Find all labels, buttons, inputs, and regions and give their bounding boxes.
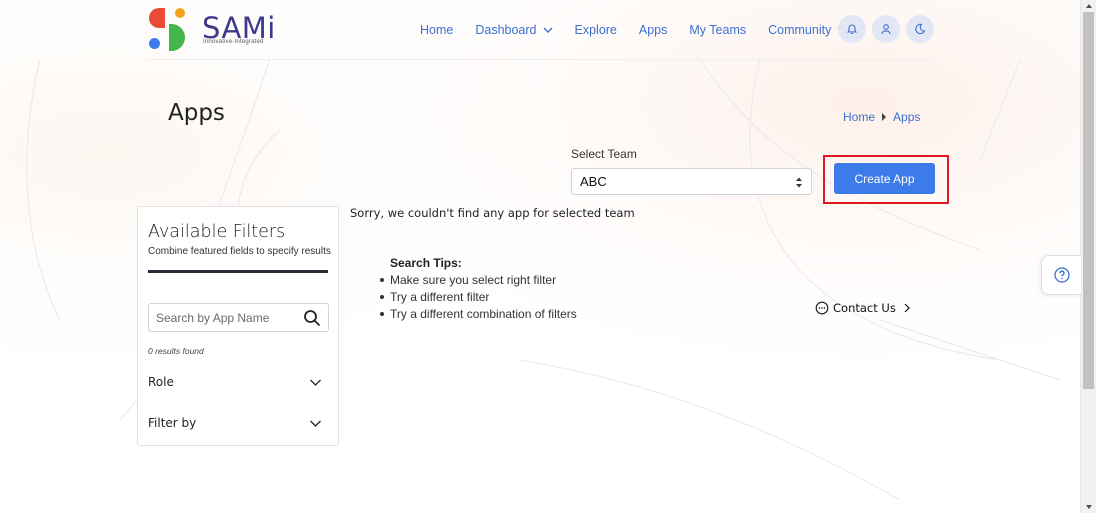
header-divider (145, 59, 935, 60)
empty-state-message: Sorry, we couldn't find any app for sele… (350, 206, 635, 220)
filters-divider (148, 270, 328, 273)
page: SAMi Innovative-Integrated Home Dashboar… (0, 0, 1081, 513)
logo-mark-orange (175, 8, 185, 18)
logo-mark-red (149, 8, 165, 28)
filters-subtitle: Combine featured fields to specify resul… (148, 246, 331, 257)
user-icon (881, 24, 891, 35)
breadcrumb-home[interactable]: Home (843, 110, 875, 124)
help-button[interactable] (1041, 255, 1081, 295)
nav-community[interactable]: Community (768, 23, 847, 37)
chevron-right-icon (904, 303, 910, 313)
breadcrumb-current: Apps (893, 110, 921, 124)
app-search-box (148, 303, 329, 332)
main-nav: Home Dashboard Explore Apps My Teams Com… (420, 20, 869, 40)
chat-bubble-icon (815, 301, 829, 315)
chevron-down-icon (310, 379, 321, 386)
search-icon[interactable] (303, 309, 321, 327)
nav-community-label: Community (768, 23, 832, 37)
nav-apps[interactable]: Apps (639, 23, 668, 37)
vertical-scrollbar[interactable] (1080, 0, 1096, 513)
nav-explore-label: Explore (574, 23, 617, 37)
nav-apps-label: Apps (638, 23, 668, 37)
breadcrumb: Home Apps (843, 110, 920, 124)
nav-dashboard[interactable]: Dashboard (475, 23, 552, 37)
results-count: 0 results found (148, 346, 204, 356)
search-tip: Make sure you select right filter (378, 273, 577, 290)
notifications-button[interactable] (838, 15, 866, 43)
moon-icon (915, 23, 926, 35)
logo-mark-green (169, 24, 185, 51)
bell-icon (846, 24, 858, 35)
chevron-down-icon (310, 420, 321, 427)
nav-my-teams-label: My Teams (689, 23, 747, 37)
caret-right-icon (882, 113, 887, 121)
select-team-label: Select Team (571, 147, 637, 161)
search-tips-list: Make sure you select right filter Try a … (378, 273, 577, 324)
create-app-button[interactable]: Create App (834, 163, 935, 194)
logo-tagline: Innovative-Integrated (203, 39, 264, 45)
team-select-value: ABC (580, 174, 607, 189)
theme-toggle-button[interactable] (906, 15, 934, 43)
nav-home-label: Home (420, 23, 454, 37)
search-tips-title: Search Tips: (390, 256, 462, 270)
nav-home[interactable]: Home (420, 23, 453, 37)
nav-explore[interactable]: Explore (575, 23, 617, 37)
filter-role-toggle[interactable]: Role (148, 372, 322, 392)
page-title: Apps (168, 100, 225, 126)
team-select[interactable]: ABC (571, 168, 812, 195)
nav-dashboard-label: Dashboard (475, 23, 537, 37)
chevron-down-icon (543, 27, 552, 33)
select-arrows-icon (796, 177, 802, 188)
header-actions (838, 15, 940, 43)
nav-my-teams[interactable]: My Teams (689, 23, 746, 37)
filters-panel: Available Filters Combine featured field… (137, 206, 339, 446)
logo-mark-blue (149, 38, 160, 49)
filter-by-toggle[interactable]: Filter by (148, 413, 322, 433)
filter-by-label: Filter by (148, 416, 197, 430)
search-tip: Try a different combination of filters (378, 307, 577, 324)
filters-title: Available Filters (148, 222, 286, 242)
search-tip: Try a different filter (378, 290, 577, 307)
app-search-input[interactable] (156, 310, 296, 325)
filter-role-label: Role (148, 375, 174, 389)
sami-logo[interactable]: SAMi Innovative-Integrated (148, 6, 278, 54)
scroll-up-arrow-icon[interactable] (1084, 2, 1094, 10)
profile-button[interactable] (872, 15, 900, 43)
question-circle-icon (1053, 267, 1070, 283)
scrollbar-thumb[interactable] (1083, 12, 1094, 389)
scroll-down-arrow-icon[interactable] (1084, 503, 1094, 511)
contact-us-label: Contact Us (833, 301, 896, 315)
contact-us-link[interactable]: Contact Us (815, 301, 911, 315)
